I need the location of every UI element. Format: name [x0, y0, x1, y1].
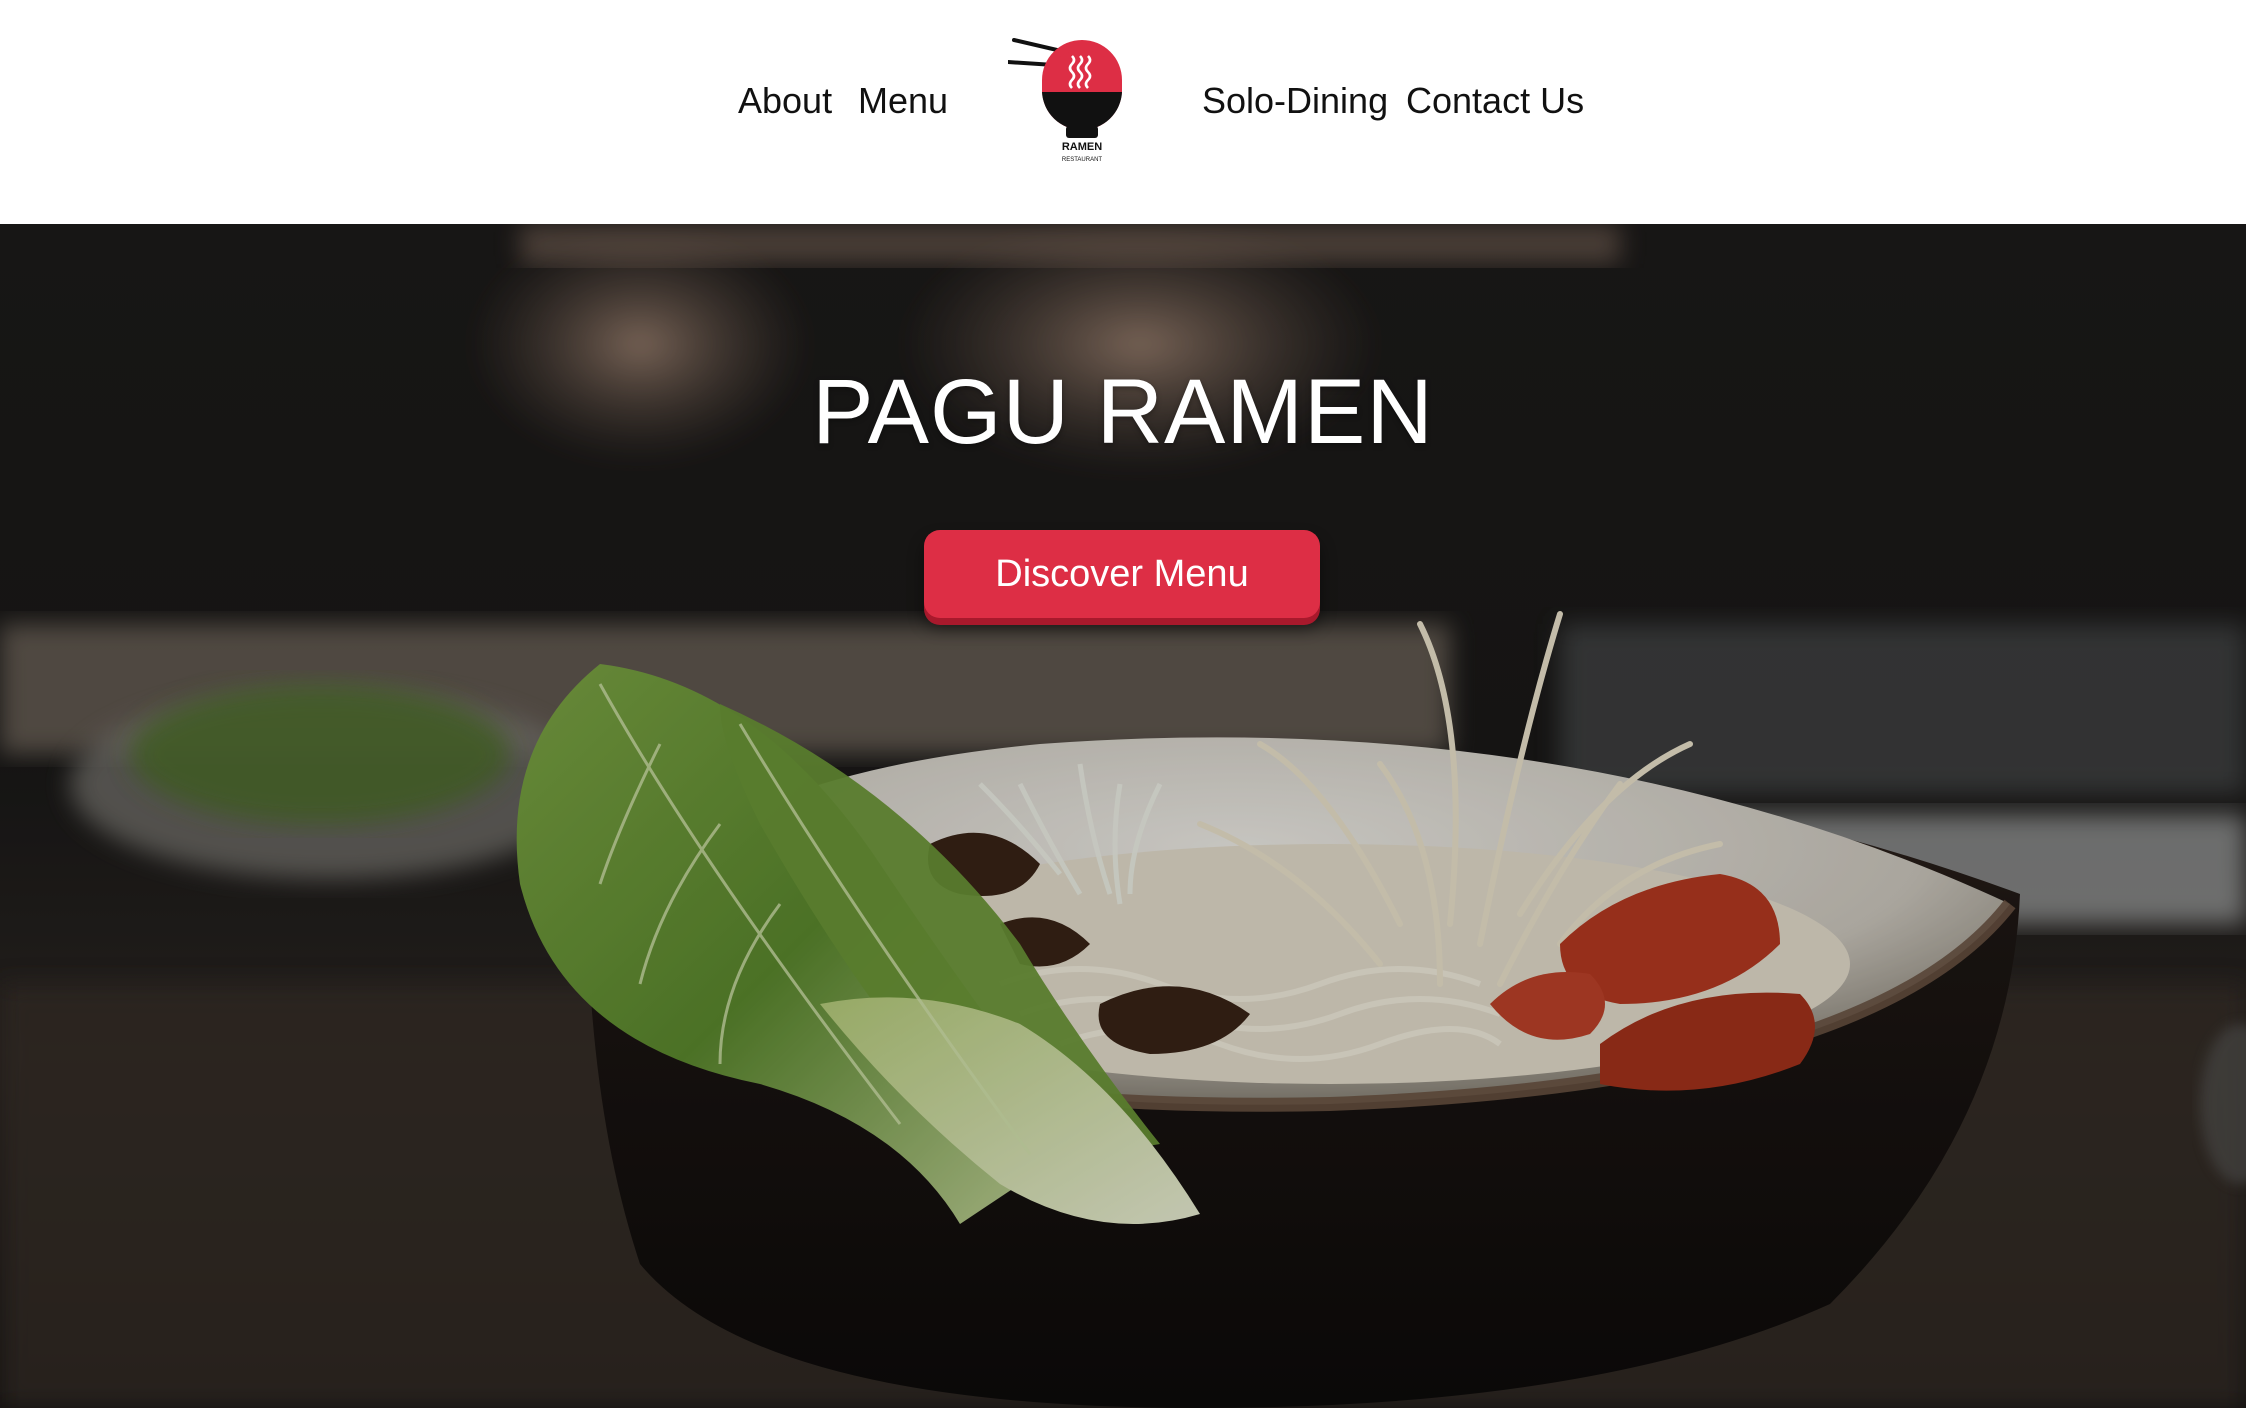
nav-link-solo-dining[interactable]: Solo-Dining — [1202, 76, 1388, 126]
hero-title: PAGU RAMEN — [812, 361, 1434, 463]
nav-link-menu[interactable]: Menu — [858, 76, 948, 126]
page-bottom-edge — [0, 1408, 2246, 1418]
logo-text: RAMEN — [1062, 141, 1102, 153]
logo[interactable]: RAMEN RESTAURANT — [1008, 34, 1138, 166]
site-header: About Menu RAMEN RESTAURANT Solo-Dining … — [0, 0, 2246, 224]
logo-subtext: RESTAURANT — [1062, 157, 1103, 163]
nav-link-contact-us[interactable]: Contact Us — [1406, 76, 1584, 126]
discover-menu-button[interactable]: Discover Menu — [924, 530, 1320, 618]
nav-link-about[interactable]: About — [738, 76, 832, 126]
hero-section: PAGU RAMEN Discover Menu — [0, 224, 2246, 1408]
ramen-bowl-chopsticks-icon: RAMEN RESTAURANT — [1008, 38, 1122, 163]
